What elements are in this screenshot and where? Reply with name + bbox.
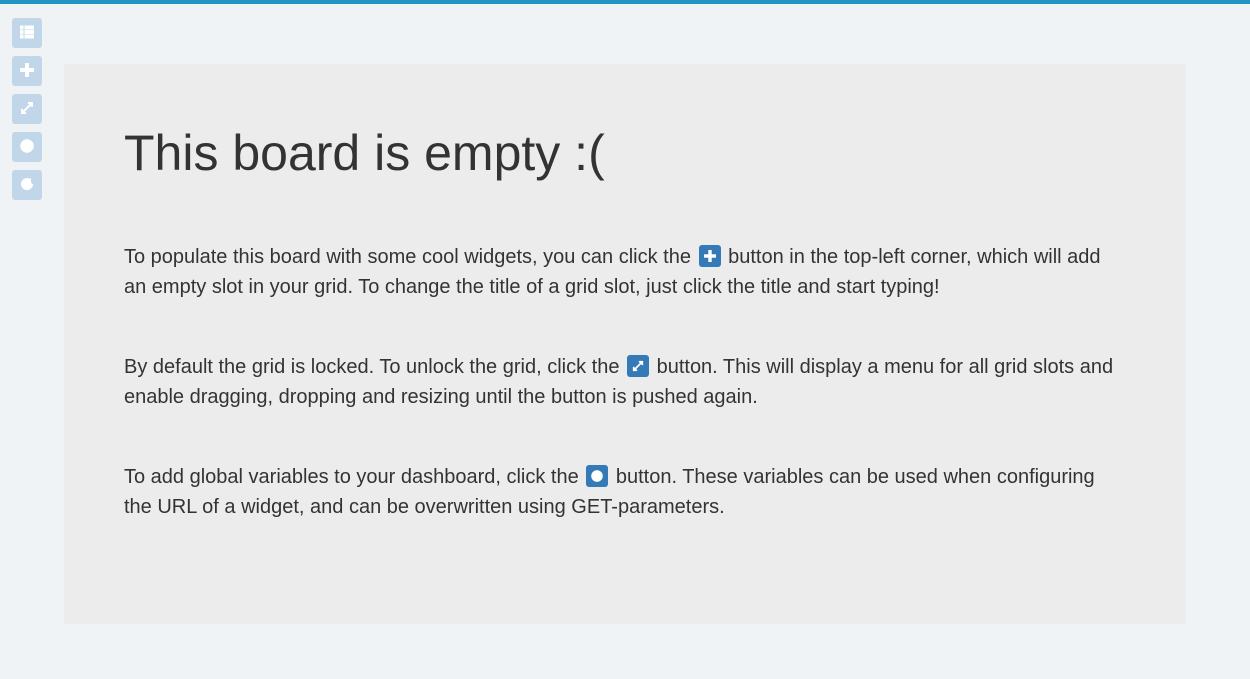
top-accent-bar [0, 0, 1250, 4]
plus-icon [20, 63, 34, 80]
unlock-button[interactable] [12, 94, 42, 124]
empty-state-panel: This board is empty :( To populate this … [64, 64, 1186, 624]
inline-plus-icon [699, 245, 721, 267]
text-fragment: To add global variables to your dashboar… [124, 466, 584, 488]
expand-icon [20, 101, 34, 118]
refresh-icon [20, 177, 34, 194]
text-fragment: By default the grid is locked. To unlock… [124, 356, 625, 378]
empty-state-paragraph-3: To add global variables to your dashboar… [124, 462, 1126, 522]
inline-expand-icon [627, 355, 649, 377]
empty-state-heading: This board is empty :( [124, 124, 1126, 182]
left-toolbar [12, 18, 42, 200]
add-button[interactable] [12, 56, 42, 86]
empty-state-paragraph-1: To populate this board with some cool wi… [124, 242, 1126, 302]
text-fragment: To populate this board with some cool wi… [124, 246, 697, 268]
inline-globe-icon [586, 465, 608, 487]
list-icon [20, 25, 34, 42]
empty-state-paragraph-2: By default the grid is locked. To unlock… [124, 352, 1126, 412]
refresh-button[interactable] [12, 170, 42, 200]
list-button[interactable] [12, 18, 42, 48]
globe-icon [20, 139, 34, 156]
globals-button[interactable] [12, 132, 42, 162]
